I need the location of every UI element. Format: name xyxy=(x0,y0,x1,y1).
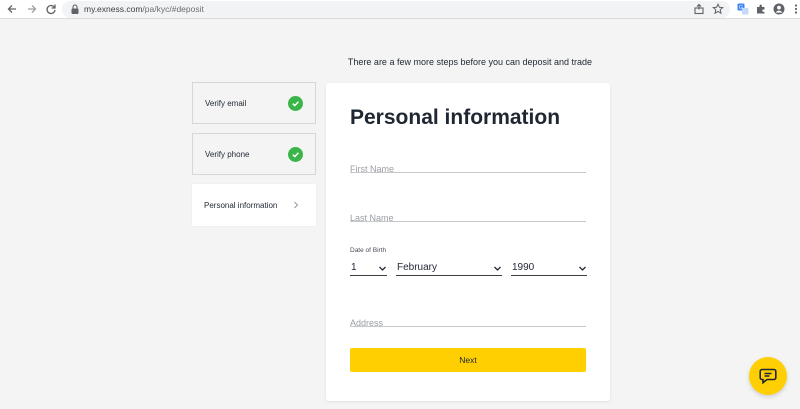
first-name-input[interactable] xyxy=(350,164,586,174)
last-name-input[interactable] xyxy=(350,213,586,223)
step-verify-phone[interactable]: Verify phone xyxy=(192,133,316,175)
profile-icon[interactable] xyxy=(773,3,785,15)
form-title: Personal information xyxy=(350,106,561,129)
step-label: Verify phone xyxy=(205,150,250,159)
dob-day-select[interactable]: 1 xyxy=(350,261,387,276)
browser-toolbar: my.exness.com/pa/kyc/#deposit G xyxy=(0,0,800,19)
dob-year-value: 1990 xyxy=(512,262,535,273)
personal-info-card: Personal information Date of Birth 1 Feb… xyxy=(326,83,610,401)
translate-icon[interactable]: G xyxy=(737,3,749,15)
chevron-down-icon xyxy=(379,266,386,271)
chat-icon xyxy=(759,368,777,384)
check-icon xyxy=(288,147,303,162)
lock-icon xyxy=(71,4,79,14)
url-text: my.exness.com/pa/kyc/#deposit xyxy=(84,4,204,14)
dob-day-value: 1 xyxy=(351,262,357,273)
dob-year-select[interactable]: 1990 xyxy=(511,261,587,276)
last-name-field[interactable] xyxy=(350,208,586,223)
chevron-right-icon xyxy=(294,201,299,209)
dob-label: Date of Birth xyxy=(350,247,387,254)
step-personal-information[interactable]: Personal information xyxy=(192,184,316,226)
check-icon xyxy=(288,96,303,111)
address-bar[interactable]: my.exness.com/pa/kyc/#deposit xyxy=(62,1,730,18)
steps-subtitle: There are a few more steps before you ca… xyxy=(347,57,593,67)
chevron-down-icon xyxy=(494,266,501,271)
star-icon[interactable] xyxy=(712,3,724,15)
step-label: Verify email xyxy=(205,99,247,108)
chat-button[interactable] xyxy=(749,357,787,395)
reload-icon[interactable] xyxy=(44,2,58,16)
menu-icon[interactable] xyxy=(790,3,800,15)
step-label: Personal information xyxy=(204,201,278,210)
next-button[interactable]: Next xyxy=(350,348,586,372)
chevron-down-icon xyxy=(579,266,586,271)
address-field[interactable] xyxy=(350,313,586,328)
address-input[interactable] xyxy=(350,318,586,328)
back-icon[interactable] xyxy=(5,2,19,16)
first-name-field[interactable] xyxy=(350,159,586,174)
step-verify-email[interactable]: Verify email xyxy=(192,82,316,124)
forward-icon[interactable] xyxy=(25,2,39,16)
dob-month-select[interactable]: February xyxy=(396,261,502,276)
extensions-icon[interactable] xyxy=(755,3,767,15)
share-icon[interactable] xyxy=(693,3,705,15)
dob-month-value: February xyxy=(397,262,438,273)
